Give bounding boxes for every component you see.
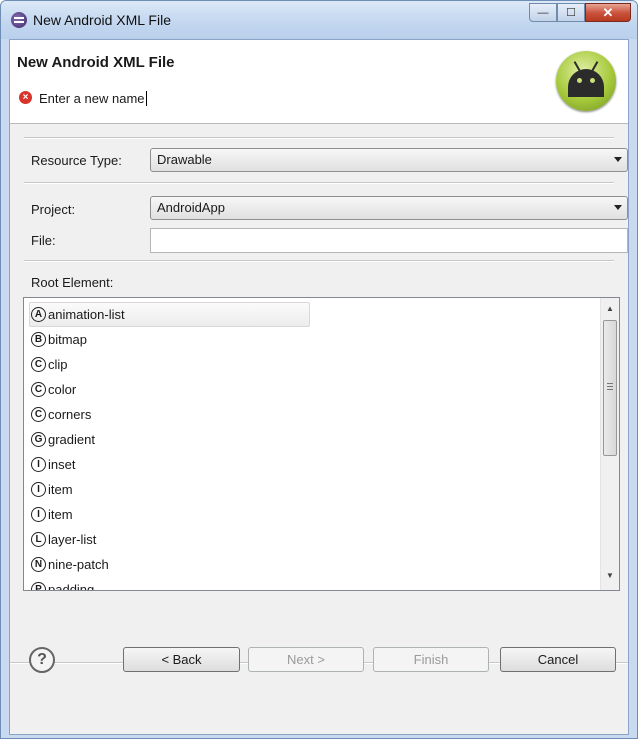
list-item-label: animation-list bbox=[48, 307, 125, 322]
list-item[interactable]: Cclip bbox=[31, 352, 597, 377]
chevron-down-icon bbox=[614, 157, 622, 162]
list-item-label: nine-patch bbox=[48, 557, 109, 572]
list-item-label: bitmap bbox=[48, 332, 88, 347]
list-item-label: clip bbox=[48, 357, 68, 372]
text-caret bbox=[145, 91, 147, 106]
element-type-icon: I bbox=[31, 507, 46, 522]
file-label: File: bbox=[31, 233, 56, 248]
help-icon[interactable]: ? bbox=[29, 647, 55, 673]
list-item-label: item bbox=[48, 507, 73, 522]
file-name-input[interactable] bbox=[150, 228, 628, 253]
list-item[interactable]: Ccolor bbox=[31, 377, 597, 402]
chevron-down-icon bbox=[614, 205, 622, 210]
minimize-button[interactable]: — bbox=[529, 3, 557, 22]
error-message-text: Enter a new name bbox=[39, 91, 145, 106]
dialog-content: New Android XML File × Enter a new name … bbox=[9, 39, 629, 735]
separator bbox=[24, 260, 614, 262]
separator bbox=[24, 137, 614, 139]
root-element-label: Root Element: bbox=[31, 275, 114, 290]
root-element-list[interactable]: Aanimation-list Bbitmap Cclip Ccolor Ccorner… bbox=[23, 297, 620, 591]
back-button[interactable]: < Back bbox=[123, 647, 240, 672]
project-label: Project: bbox=[31, 202, 76, 217]
android-logo-icon bbox=[556, 51, 616, 111]
next-button[interactable]: Next > bbox=[248, 647, 364, 672]
list-item-label: color bbox=[48, 382, 77, 397]
scroll-down-icon[interactable]: ▼ bbox=[601, 567, 619, 584]
separator bbox=[24, 182, 614, 184]
scroll-up-icon[interactable]: ▲ bbox=[601, 300, 619, 317]
wizard-banner: New Android XML File × Enter a new name bbox=[10, 40, 628, 124]
wizard-title: New Android XML File bbox=[17, 54, 175, 71]
list-item[interactable]: Nnine-patch bbox=[31, 552, 597, 577]
list-item[interactable]: Aanimation-list bbox=[29, 302, 310, 327]
resource-type-value: Drawable bbox=[157, 152, 212, 167]
finish-button[interactable]: Finish bbox=[373, 647, 489, 672]
list-item[interactable]: Iitem bbox=[31, 477, 597, 502]
close-button[interactable]: ✕ bbox=[585, 3, 631, 22]
list-item-label: item bbox=[48, 482, 73, 497]
window-title: New Android XML File bbox=[33, 12, 171, 28]
element-type-icon: I bbox=[31, 457, 46, 472]
element-type-icon: L bbox=[31, 532, 46, 547]
project-value: AndroidApp bbox=[157, 200, 225, 215]
maximize-button[interactable]: ☐ bbox=[557, 3, 585, 22]
list-item-label: layer-list bbox=[48, 532, 97, 547]
element-type-icon: G bbox=[31, 432, 46, 447]
error-message: Enter a new name bbox=[39, 91, 147, 106]
element-type-icon: C bbox=[31, 382, 46, 397]
grip-icon bbox=[607, 383, 613, 384]
list-item-label: inset bbox=[48, 457, 76, 472]
vertical-scrollbar[interactable]: ▲ ▼ bbox=[600, 298, 619, 590]
list-item[interactable]: Iinset bbox=[31, 452, 597, 477]
error-icon: × bbox=[19, 91, 32, 104]
element-type-icon: C bbox=[31, 407, 46, 422]
resource-type-label: Resource Type: bbox=[31, 153, 122, 168]
list-item-label: padding bbox=[48, 582, 95, 591]
title-bar[interactable]: New Android XML File — ☐ ✕ bbox=[1, 1, 637, 39]
dialog-window: New Android XML File — ☐ ✕ New Android X… bbox=[0, 0, 638, 739]
scrollbar-thumb[interactable] bbox=[603, 320, 617, 456]
list-item[interactable]: Ccorners bbox=[31, 402, 597, 427]
list-item[interactable]: Iitem bbox=[31, 502, 597, 527]
root-element-items: Aanimation-list Bbitmap Cclip Ccolor Ccorner… bbox=[29, 302, 597, 591]
element-type-icon: P bbox=[31, 582, 46, 590]
eclipse-icon bbox=[11, 12, 27, 28]
list-item[interactable]: Ppadding bbox=[31, 577, 597, 591]
list-item-label: corners bbox=[48, 407, 92, 422]
list-item[interactable]: Llayer-list bbox=[31, 527, 597, 552]
project-combo[interactable]: AndroidApp bbox=[150, 196, 628, 220]
list-item[interactable]: Ggradient bbox=[31, 427, 597, 452]
element-type-icon: N bbox=[31, 557, 46, 572]
window-controls: — ☐ ✕ bbox=[529, 3, 631, 22]
element-type-icon: B bbox=[31, 332, 46, 347]
element-type-icon: I bbox=[31, 482, 46, 497]
element-type-icon: A bbox=[31, 307, 46, 322]
list-item[interactable]: Bbitmap bbox=[31, 327, 597, 352]
resource-type-combo[interactable]: Drawable bbox=[150, 148, 628, 172]
element-type-icon: C bbox=[31, 357, 46, 372]
cancel-button[interactable]: Cancel bbox=[500, 647, 616, 672]
list-item-label: gradient bbox=[48, 432, 95, 447]
